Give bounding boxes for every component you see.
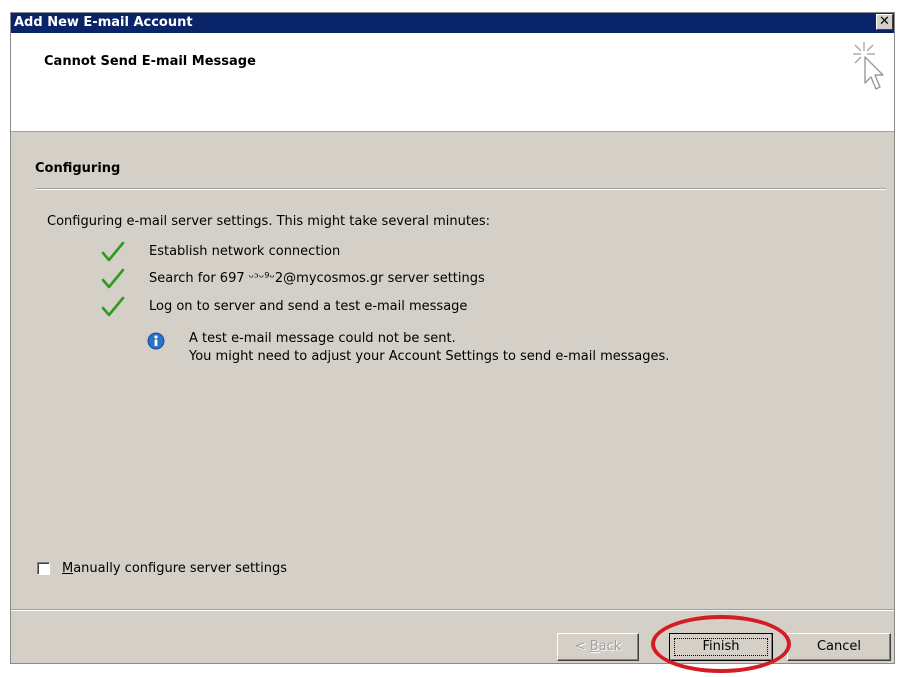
section-divider (35, 188, 886, 190)
back-button[interactable]: < Back (557, 633, 639, 661)
info-line: A test e-mail message could not be sent. (189, 331, 456, 346)
add-email-account-dialog: Add New E-mail Account ✕ Cannot Send E-m… (10, 12, 895, 673)
step-label: Log on to server and send a test e-mail … (149, 299, 468, 314)
manual-config-label[interactable]: Manually configure server settings (62, 561, 287, 576)
close-button[interactable]: ✕ (876, 14, 893, 30)
info-line: You might need to adjust your Account Se… (189, 349, 670, 364)
window-title: Add New E-mail Account (14, 15, 193, 30)
wizard-header: Cannot Send E-mail Message (11, 33, 894, 132)
cancel-button[interactable]: Cancel (787, 633, 891, 661)
section-title: Configuring (35, 161, 121, 176)
title-bar: Add New E-mail Account ✕ (11, 13, 894, 33)
checkbox[interactable] (37, 562, 50, 575)
info-icon (147, 332, 165, 354)
checkmark-icon (101, 295, 125, 323)
step-label: Search for 697 ᵕᵓᵕ⁹ᵕ2@mycosmos.gr server… (149, 271, 485, 286)
footer-divider (11, 609, 894, 611)
step-label: Establish network connection (149, 244, 341, 259)
checkmark-icon (101, 267, 125, 295)
intro-text: Configuring e-mail server settings. This… (47, 214, 491, 229)
checkmark-icon (101, 240, 125, 268)
page-title: Cannot Send E-mail Message (44, 54, 256, 69)
sparkle-cursor-icon (850, 40, 886, 100)
highlight-circle (651, 615, 791, 673)
close-icon: ✕ (879, 14, 890, 29)
